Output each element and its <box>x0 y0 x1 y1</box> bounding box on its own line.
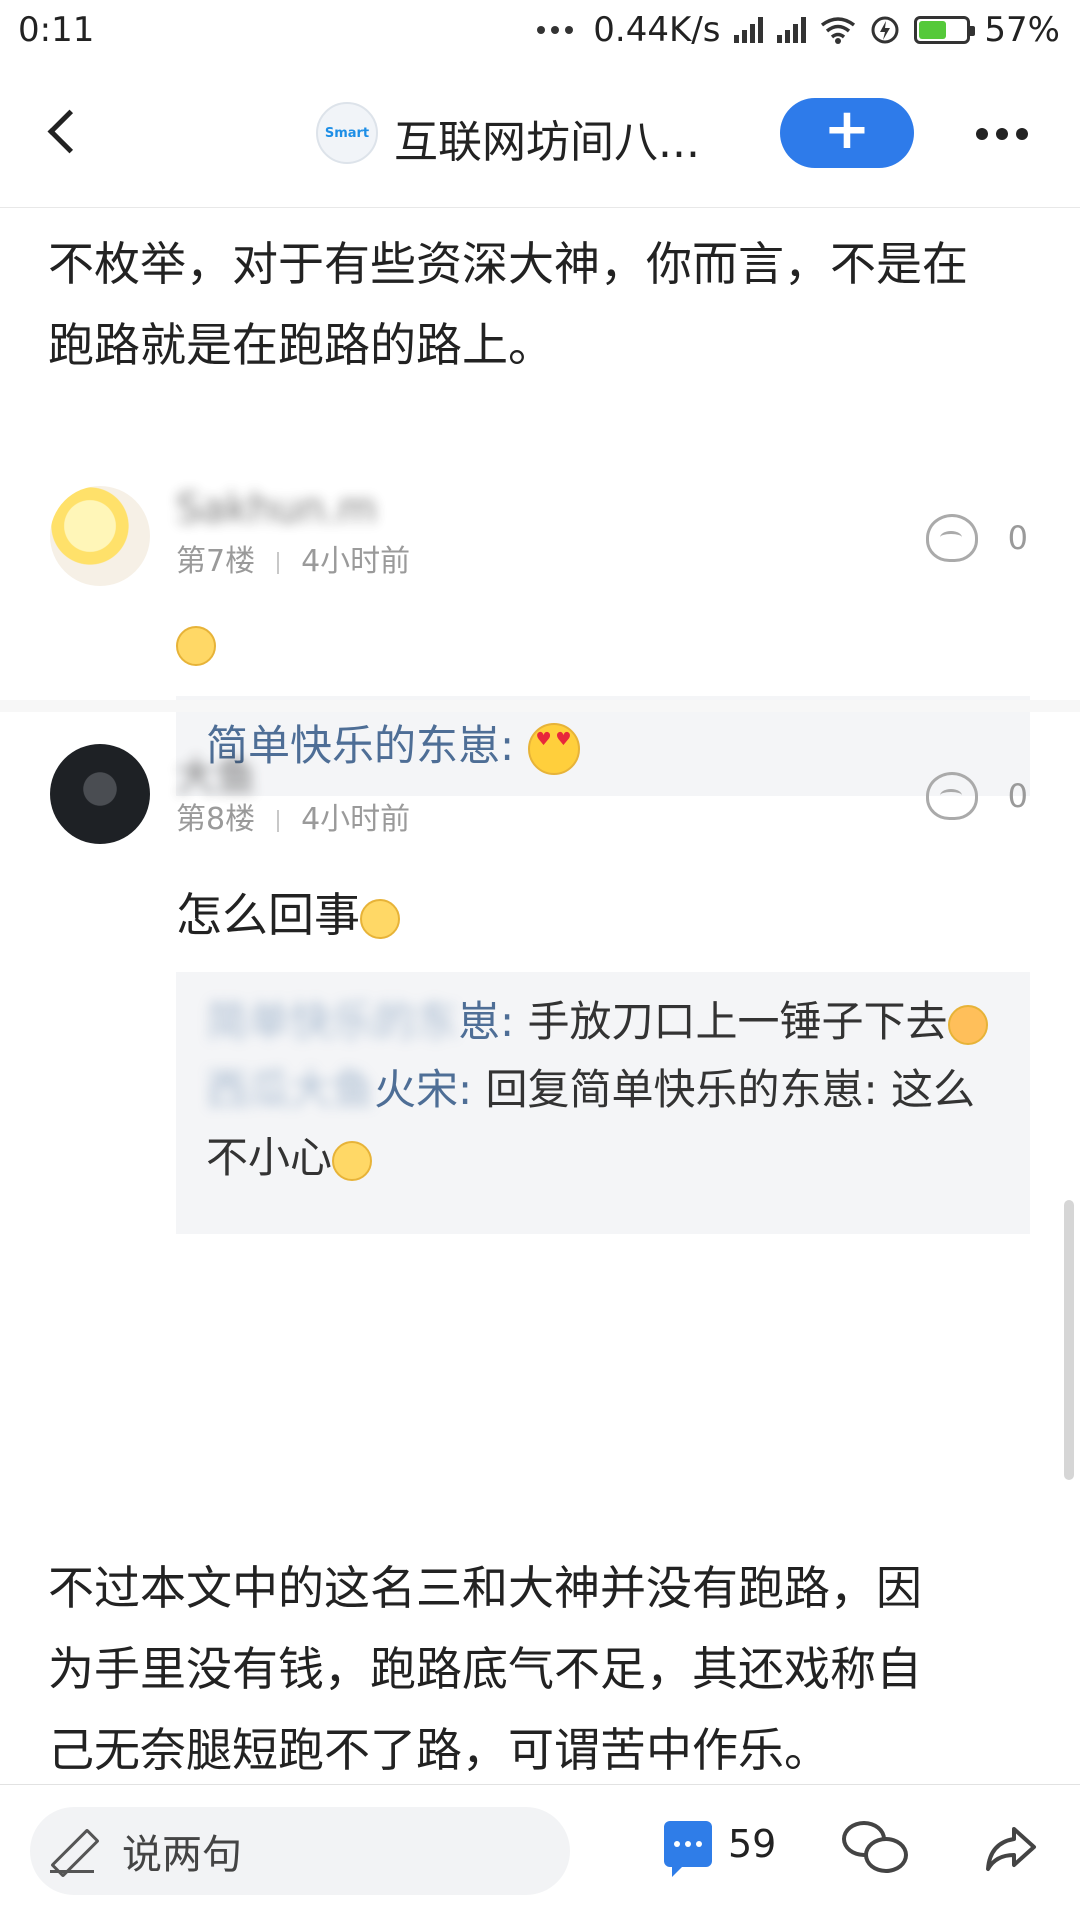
status-bar: 0:11 0.44K/s 57% <box>0 0 1080 62</box>
bottom-bar: 说两句 59 <box>0 1784 1080 1920</box>
comment-meta: 第7楼 4小时前 <box>176 536 410 580</box>
pencil-icon <box>50 1829 94 1873</box>
article-content: 路，广线没有小妹妹，跑路。种种跑路理由脏 不枚举，对于有些资深大神，你而言，不是… <box>0 208 1080 1784</box>
comment-input[interactable]: 说两句 <box>30 1807 570 1895</box>
avatar[interactable] <box>50 486 150 586</box>
emoji-sweat-icon <box>332 1140 373 1181</box>
comments-button[interactable]: 59 <box>664 1821 777 1877</box>
comment-input-placeholder: 说两句 <box>122 1832 242 1878</box>
like-count: 0 <box>1007 777 1028 815</box>
reply-author-blurred: 西瓜大鱼 <box>206 1065 375 1114</box>
back-icon[interactable] <box>42 110 86 154</box>
share-icon[interactable] <box>982 1821 1038 1877</box>
reply-item[interactable]: 西瓜大鱼火宋: 回复简单快乐的东崽: 这么不小心 <box>206 1056 1000 1192</box>
emoji-fearful-icon <box>360 898 400 939</box>
reply-text: 手放刀口上一锤子下去 <box>527 997 948 1046</box>
more-options-icon[interactable] <box>976 128 1028 140</box>
battery-icon <box>914 16 976 44</box>
like-icon <box>925 514 978 562</box>
battery-percent: 57% <box>984 10 1060 50</box>
more-notifications-icon <box>537 26 574 34</box>
comment-time: 4小时前 <box>301 544 411 579</box>
reply-box[interactable]: 简单快乐的东崽: 手放刀口上一锤子下去 西瓜大鱼火宋: 回复简单快乐的东崽: 这… <box>176 972 1030 1234</box>
article-paragraph: 不过本文中的这名三和大神并没有跑路，因 为手里没有钱，跑路底气不足，其还戏称自 … <box>48 1561 922 1777</box>
comment-username[interactable]: 大鱼 <box>176 744 596 800</box>
like-button[interactable]: 0 <box>925 514 1028 562</box>
network-speed: 0.44K/s <box>593 10 721 50</box>
comment-username[interactable]: Sakhun.m <box>176 486 506 534</box>
forum-logo[interactable]: Smart <box>316 102 378 164</box>
emoji-angry-icon <box>947 1004 988 1045</box>
divider <box>0 700 1080 712</box>
signal-icon-2 <box>777 17 807 43</box>
comment-count: 59 <box>728 1822 777 1866</box>
scrollbar[interactable] <box>1064 1200 1074 1480</box>
comment-floor: 第8楼 <box>176 802 256 837</box>
like-icon <box>925 772 978 820</box>
like-count: 0 <box>1007 519 1028 557</box>
reply-author[interactable]: 火宋: <box>374 1065 472 1114</box>
wechat-share-icon[interactable] <box>842 1821 908 1877</box>
emoji-fearful-icon <box>176 626 216 666</box>
comment-bubble-icon <box>664 1821 712 1877</box>
comment-floor: 第7楼 <box>176 544 256 579</box>
reply-author-blurred: 简单快乐的东 <box>206 997 459 1046</box>
nav-header: Smart 互联网坊间八... + <box>0 62 1080 208</box>
like-button[interactable]: 0 <box>925 772 1028 820</box>
charging-icon <box>871 16 899 44</box>
comment-item: 大鱼 第8楼 4小时前 0 怎么回事 简单快乐的东崽: 手放刀口上一锤子下去 西瓜… <box>0 744 1080 1264</box>
wifi-icon <box>821 17 856 44</box>
reply-author[interactable]: 崽: <box>458 997 514 1046</box>
article-paragraph: 路，广线没有小妹妹，跑路。种种跑路理由脏 不枚举，对于有些资深大神，你而言，不是… <box>48 208 968 372</box>
page-title[interactable]: 互联网坊间八... <box>394 106 700 170</box>
reply-item[interactable]: 简单快乐的东崽: 手放刀口上一锤子下去 <box>206 988 1000 1056</box>
comment-meta: 第8楼 4小时前 <box>176 794 410 838</box>
signal-icon <box>734 17 764 43</box>
avatar[interactable] <box>50 744 150 844</box>
comment-body: 怎么回事 <box>176 879 400 945</box>
status-time: 0:11 <box>18 10 95 50</box>
comment-time: 4小时前 <box>301 802 411 837</box>
follow-button[interactable]: + <box>780 98 914 168</box>
